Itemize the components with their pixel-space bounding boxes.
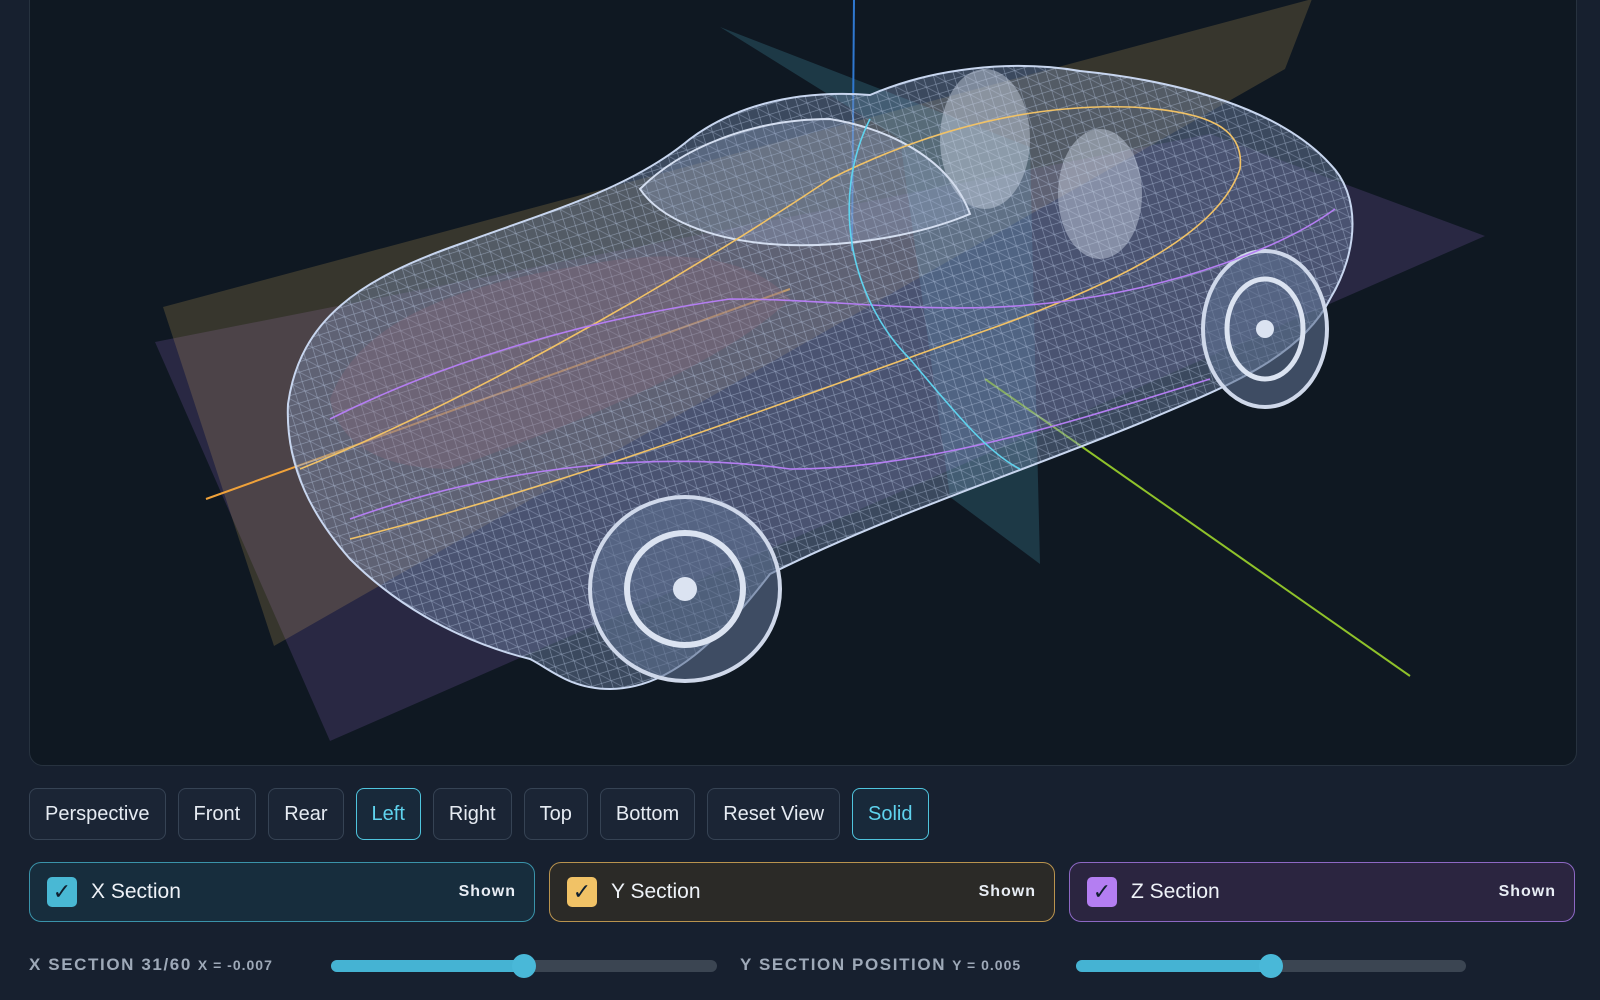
check-icon: ✓ [1092, 879, 1112, 904]
z-section-state: Shown [1498, 883, 1556, 900]
section-toggles: ✓ X Section Shown ✓ Y Section Shown ✓ Z … [29, 862, 1575, 922]
y-section-label: Y Section [611, 880, 701, 903]
z-section-toggle[interactable]: ✓ Z Section Shown [1069, 862, 1575, 922]
z-section-checkbox[interactable]: ✓ [1087, 877, 1117, 907]
3d-viewport[interactable] [29, 0, 1577, 766]
viewport-canvas[interactable] [30, 0, 1576, 765]
bottom-view-button[interactable]: Bottom [599, 788, 696, 840]
check-icon: ✓ [572, 879, 592, 904]
y-section-slider[interactable] [1076, 954, 1466, 978]
right-view-button[interactable]: Right [432, 788, 512, 840]
y-section-checkbox[interactable]: ✓ [567, 877, 597, 907]
y-section-slider-row: Y SECTION POSITION Y = 0.005 [740, 952, 1475, 982]
x-section-checkbox[interactable]: ✓ [47, 877, 77, 907]
car-seat-right [1058, 129, 1142, 259]
solid-mode-button[interactable]: Solid [852, 788, 929, 840]
front-wheel [588, 495, 782, 683]
x-section-slider-label: X SECTION 31/60 X = -0.007 [29, 955, 273, 975]
y-section-slider-thumb[interactable] [1259, 954, 1283, 978]
y-section-toggle[interactable]: ✓ Y Section Shown [549, 862, 1055, 922]
x-section-slider-row: X SECTION 31/60 X = -0.007 [29, 952, 729, 982]
y-section-value: Y = 0.005 [952, 957, 1022, 973]
view-toolbar: Perspective Front Rear Left Right Top Bo… [29, 788, 929, 840]
x-section-slider-fill [331, 960, 524, 972]
x-section-slider-title: X SECTION 31/60 [29, 955, 192, 974]
front-view-button[interactable]: Front [177, 788, 257, 840]
x-section-slider[interactable] [331, 954, 717, 978]
check-icon: ✓ [52, 879, 72, 904]
x-section-toggle[interactable]: ✓ X Section Shown [29, 862, 535, 922]
rear-view-button[interactable]: Rear [268, 788, 344, 840]
perspective-button[interactable]: Perspective [29, 788, 166, 840]
rear-wheel [1201, 249, 1329, 409]
wireframe-car-model[interactable] [286, 64, 1354, 691]
left-view-button[interactable]: Left [355, 788, 421, 840]
y-section-state: Shown [978, 883, 1036, 900]
y-section-slider-fill [1076, 960, 1271, 972]
x-section-slider-thumb[interactable] [512, 954, 536, 978]
x-section-state: Shown [458, 883, 516, 900]
car-seat-left [940, 69, 1030, 209]
top-view-button[interactable]: Top [523, 788, 588, 840]
y-section-slider-label: Y SECTION POSITION Y = 0.005 [740, 955, 1021, 975]
x-section-value: X = -0.007 [197, 957, 273, 973]
z-section-label: Z Section [1131, 880, 1220, 903]
y-section-slider-title: Y SECTION POSITION [740, 955, 947, 974]
x-section-label: X Section [91, 880, 181, 903]
reset-view-button[interactable]: Reset View [707, 788, 841, 840]
